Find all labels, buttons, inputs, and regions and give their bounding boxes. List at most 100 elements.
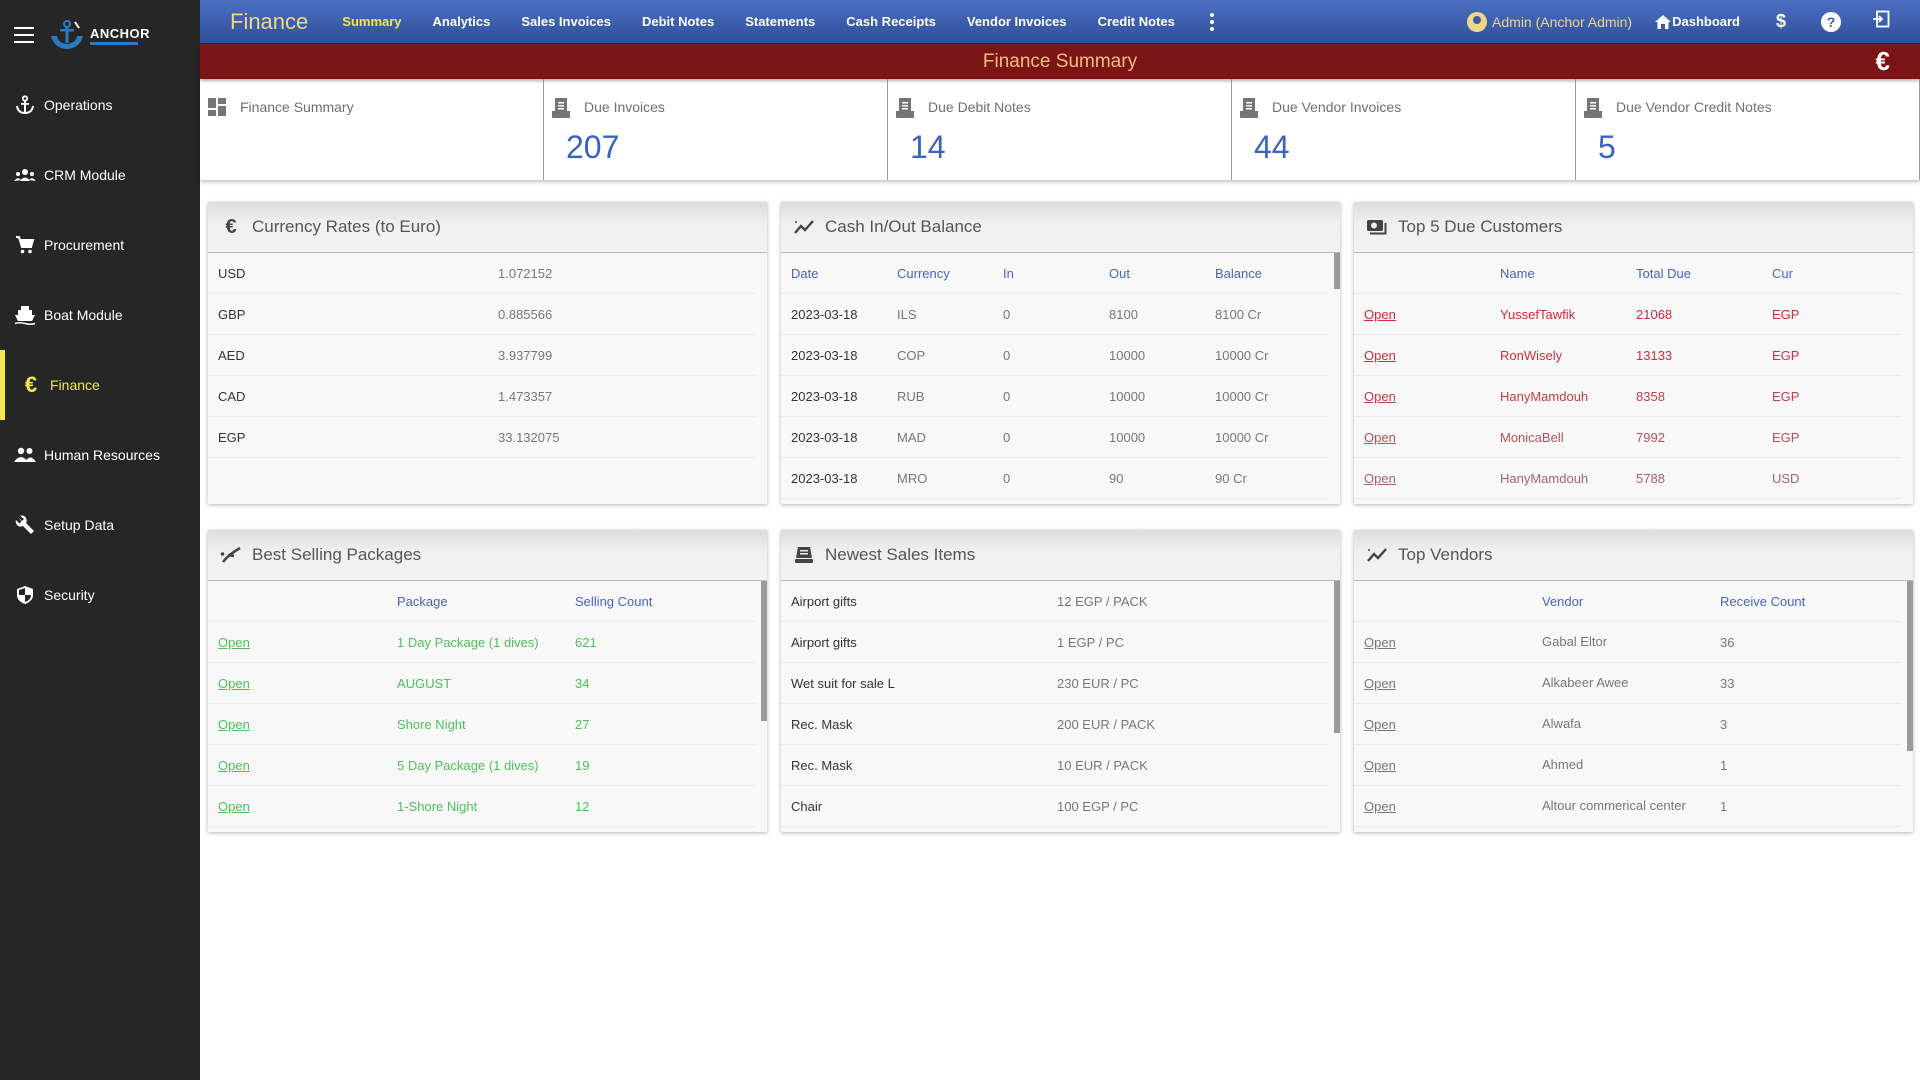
top-customers-table: Name Total Due Cur Open YussefTawfik 21068 EGP… [1354,253,1913,503]
open-link[interactable]: Open [208,799,387,814]
euro-icon: € [225,215,237,238]
open-link[interactable]: Open [1354,471,1490,486]
cell-in: 0 [1003,306,1011,322]
sidebar-item-finance[interactable]: € Finance [0,350,200,420]
open-link[interactable]: Open [1354,676,1532,691]
customer-name: RonWisely [1500,347,1563,363]
total-due: 13133 [1636,347,1673,363]
home-icon [1655,14,1672,29]
sidebar-item-human-resources[interactable]: Human Resources [0,420,200,490]
table-row: Open Alwafa 3 [1354,704,1901,745]
tab-vendor-invoices[interactable]: Vendor Invoices [967,14,1067,29]
table-row: 2023-03-18 MAD 0 10000 10000 Cr [781,417,1328,458]
scrollbar[interactable] [1334,581,1340,733]
currency-rate: 0.885566 [498,306,553,322]
tab-summary[interactable]: Summary [342,14,401,29]
panel-title: Best Selling Packages [252,545,422,564]
panel-header: Best Selling Packages [208,530,767,581]
column-header: Cur [1772,265,1793,281]
cell-date: 2023-03-18 [791,470,858,486]
scrollbar[interactable] [1907,581,1913,751]
panel-header: € Currency Rates (to Euro) [208,202,767,253]
sidebar-item-procurement[interactable]: Procurement [0,210,200,280]
top-vendors-panel: Top Vendors Vendor Receive Count Open Gabal… [1354,530,1913,832]
module-brand[interactable]: Finance [230,9,308,35]
column-header: Out [1109,265,1130,281]
dashboard-link[interactable]: Dashboard [1654,14,1740,30]
anchor-icon [14,94,36,116]
vendor-name: Ahmed [1542,757,1584,772]
open-link[interactable]: Open [208,676,387,691]
open-link[interactable]: Open [1354,758,1532,773]
receive-count: 3 [1720,716,1728,732]
diver-icon [220,544,242,566]
sidebar-item-security[interactable]: Security [0,560,200,630]
summary-card-due-invoices[interactable]: Due Invoices 207 [544,79,888,180]
open-link[interactable]: Open [1354,717,1532,732]
open-link[interactable]: Open [208,635,387,650]
dollar-icon[interactable]: $ [1770,11,1792,32]
scrollbar[interactable] [761,581,767,721]
cell-out: 10000 [1109,388,1146,404]
anchor-logo[interactable]: ANCHOR [48,18,150,52]
cell-in: 0 [1003,388,1011,404]
open-link[interactable]: Open [1354,635,1532,650]
summary-card-finance-summary[interactable]: Finance Summary [200,79,544,180]
cell-out: 90 [1109,470,1124,486]
nav-right: Admin (Anchor Admin) Dashboard $ ? [1467,0,1920,43]
summary-card-due-vendor-invoices[interactable]: Due Vendor Invoices 44 [1232,79,1576,180]
currency-rate: 3.937799 [498,347,553,363]
sidebar-item-operations[interactable]: Operations [0,70,200,140]
tab-debit-notes[interactable]: Debit Notes [642,14,714,29]
hamburger-menu-icon[interactable] [14,27,34,43]
sidebar-item-crm-module[interactable]: CRM Module [0,140,200,210]
currency: EGP [1772,347,1800,363]
more-vert-icon[interactable] [1209,12,1214,31]
item-name: Rec. Mask [791,757,853,773]
tab-credit-notes[interactable]: Credit Notes [1098,14,1175,29]
receive-count: 1 [1720,798,1728,814]
open-link[interactable]: Open [208,717,387,732]
scrollbar[interactable] [1334,253,1340,289]
panel-header: Cash In/Out Balance [781,202,1340,253]
user-menu[interactable]: Admin (Anchor Admin) [1467,11,1632,32]
currency-code: AED [218,347,245,363]
customer-name: MonicaBell [1500,429,1564,445]
tab-cash-receipts[interactable]: Cash Receipts [846,14,936,29]
tab-statements[interactable]: Statements [745,14,815,29]
best-packages-panel: Best Selling Packages Package Selling Cou… [208,530,767,832]
cell-in: 0 [1003,470,1011,486]
column-header: Currency [897,265,950,281]
tab-sales-invoices[interactable]: Sales Invoices [521,14,611,29]
panel-header: Top 5 Due Customers [1354,202,1913,253]
table-row: Open YussefTawfik 21068 EGP [1354,294,1901,335]
open-link[interactable]: Open [208,758,387,773]
table-row: 2023-03-18 ILS 0 8100 8100 Cr [781,294,1328,335]
logout-icon[interactable] [1870,10,1892,33]
column-header: Vendor [1542,593,1584,609]
tab-analytics[interactable]: Analytics [433,14,491,29]
open-link[interactable]: Open [1354,799,1532,814]
sidebar-item-label: Setup Data [44,517,115,533]
help-button[interactable]: ? [1820,11,1842,32]
cell-balance: 10000 Cr [1215,429,1269,445]
summary-card-due-debit-notes[interactable]: Due Debit Notes 14 [888,79,1232,180]
customer-name: YussefTawfik [1500,306,1576,322]
summary-card-due-vendor-credit-notes[interactable]: Due Vendor Credit Notes 5 [1576,79,1920,180]
cell-currency: MRO [897,470,928,486]
receipt-icon [552,97,570,118]
table-row: Open 5 Day Package (1 dives) 19 [208,745,755,786]
currency-rate: 1.072152 [498,265,553,281]
vendor-name: Alkabeer Awee [1542,675,1629,690]
card-header: Due Invoices [552,97,887,118]
open-link[interactable]: Open [1354,430,1490,445]
account-circle-icon [1467,11,1488,32]
open-link[interactable]: Open [1354,348,1490,363]
open-link[interactable]: Open [1354,389,1490,404]
sidebar-item-setup-data[interactable]: Setup Data [0,490,200,560]
open-link[interactable]: Open [1354,307,1490,322]
sidebar-item-boat-module[interactable]: Boat Module [0,280,200,350]
receipt-icon [1584,97,1602,118]
total-due: 5788 [1636,470,1665,486]
sidebar-item-label: Procurement [44,237,125,253]
